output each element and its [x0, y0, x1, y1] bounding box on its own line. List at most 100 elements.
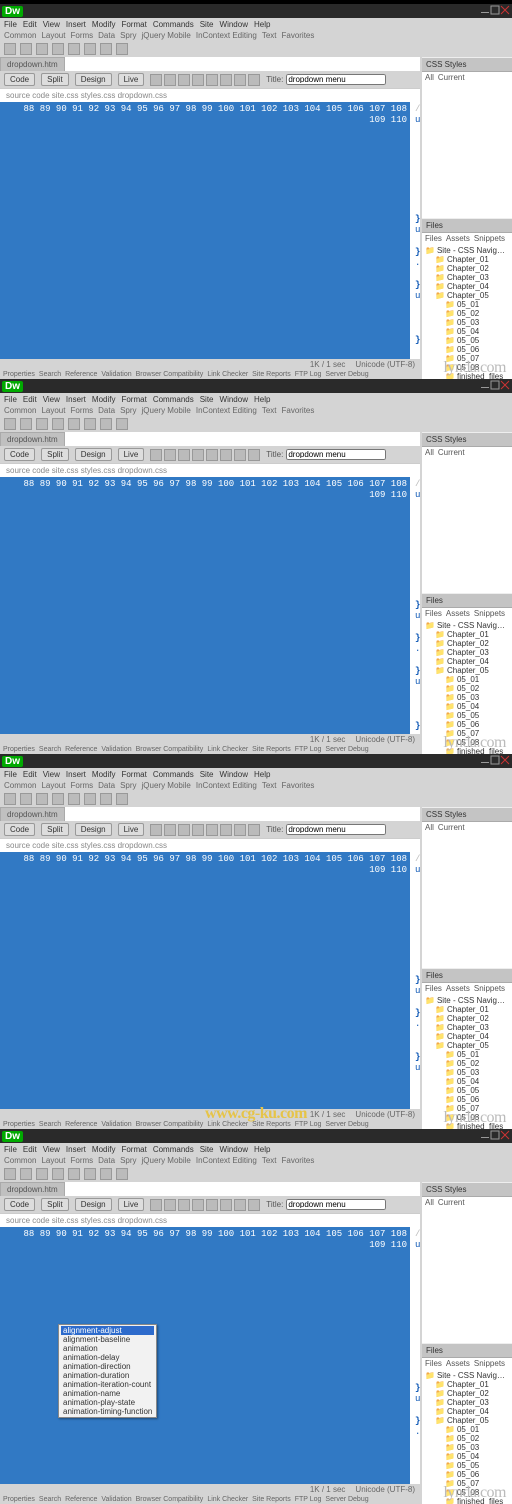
tool-icon[interactable] [150, 74, 162, 86]
results-tabs[interactable]: Properties Search Reference Validation B… [0, 370, 420, 379]
menu-item[interactable]: Insert [66, 770, 86, 779]
toolbar-icon[interactable] [116, 1168, 128, 1180]
tree-folder[interactable]: Chapter_05 [425, 666, 509, 675]
results-tab[interactable]: Search [39, 371, 61, 378]
ribbon-tab[interactable]: Forms [70, 406, 93, 415]
menu-item[interactable]: View [43, 20, 60, 29]
ribbon-tab[interactable]: Layout [41, 781, 65, 790]
menu-item[interactable]: File [4, 20, 17, 29]
tree-subfolder[interactable]: 05_06 [425, 345, 509, 354]
results-tab[interactable]: Search [39, 746, 61, 753]
view-split-button[interactable]: Split [41, 73, 69, 86]
toolbar-icon[interactable] [36, 418, 48, 430]
panel-tab[interactable]: Assets [446, 234, 470, 243]
results-tab[interactable]: Server Debug [325, 1496, 368, 1503]
tree-folder[interactable]: Chapter_01 [425, 630, 509, 639]
menu-item[interactable]: File [4, 1145, 17, 1154]
code-editor[interactable]: 88 89 90 91 92 93 94 95 96 97 98 99 100 … [0, 477, 420, 734]
panel-tab[interactable]: All [425, 73, 434, 82]
tree-folder[interactable]: Chapter_04 [425, 1032, 509, 1041]
results-tab[interactable]: FTP Log [295, 746, 322, 753]
tree-subfolder[interactable]: 05_02 [425, 1059, 509, 1068]
menu-item[interactable]: Format [121, 770, 146, 779]
menu-item[interactable]: Edit [23, 770, 37, 779]
results-tabs[interactable]: Properties Search Reference Validation B… [0, 745, 420, 754]
view-live-button[interactable]: Live [118, 1198, 145, 1211]
tool-icon[interactable] [150, 449, 162, 461]
tree-subfolder[interactable]: 05_06 [425, 1095, 509, 1104]
toolbar-icon[interactable] [68, 43, 80, 55]
tool-icon[interactable] [248, 1199, 260, 1211]
tree-folder[interactable]: Chapter_01 [425, 255, 509, 264]
ribbon-tab[interactable]: Forms [70, 31, 93, 40]
toolbar-icon[interactable] [36, 793, 48, 805]
view-code-button[interactable]: Code [4, 1198, 35, 1211]
autocomplete-popup[interactable]: alignment-adjustalignment-baselineanimat… [58, 1324, 157, 1418]
tree-folder[interactable]: Chapter_01 [425, 1380, 509, 1389]
tree-folder[interactable]: Chapter_05 [425, 1041, 509, 1050]
ribbon-tab[interactable]: Favorites [281, 1156, 314, 1165]
results-tab[interactable]: Site Reports [252, 746, 291, 753]
css-panel-head[interactable]: CSS Styles [422, 57, 512, 72]
title-input[interactable] [286, 74, 386, 85]
menu-item[interactable]: Window [220, 1145, 248, 1154]
insert-toolbar[interactable] [0, 1166, 512, 1182]
code-body[interactable]: /*dropdown menu styles*/ul.submenu { flo… [410, 852, 420, 1109]
maximize-icon[interactable] [490, 5, 500, 17]
tool-icon[interactable] [234, 449, 246, 461]
menubar[interactable]: File Edit View Insert Modify Format Comm… [0, 18, 512, 30]
menu-item[interactable]: Modify [92, 395, 116, 404]
toolbar-icon[interactable] [100, 793, 112, 805]
files-panel-head[interactable]: Files [422, 1343, 512, 1358]
ribbon-tab[interactable]: Spry [120, 781, 136, 790]
tree-subfolder[interactable]: 05_02 [425, 309, 509, 318]
tree-subfolder[interactable]: 05_05 [425, 711, 509, 720]
tool-icon[interactable] [234, 1199, 246, 1211]
maximize-icon[interactable] [490, 1130, 500, 1142]
tool-icon[interactable] [164, 74, 176, 86]
menu-item[interactable]: Site [200, 770, 214, 779]
tool-icon[interactable] [150, 824, 162, 836]
autocomplete-item[interactable]: animation-timing-function [61, 1407, 154, 1416]
tool-icon[interactable] [178, 1199, 190, 1211]
tree-subfolder[interactable]: 05_02 [425, 684, 509, 693]
menu-item[interactable]: File [4, 395, 17, 404]
tree-folder[interactable]: Chapter_03 [425, 1398, 509, 1407]
panel-tab[interactable]: Current [438, 1198, 465, 1207]
results-tab[interactable]: Link Checker [207, 1496, 248, 1503]
code-body[interactable]: /*dropdown menu styles*/ul.submenu { flo… [410, 1227, 420, 1484]
tree-subfolder[interactable]: 05_02 [425, 1434, 509, 1443]
ribbon-tab[interactable]: Data [98, 31, 115, 40]
view-live-button[interactable]: Live [118, 823, 145, 836]
insert-toolbar[interactable] [0, 791, 512, 807]
tool-icon[interactable] [220, 449, 232, 461]
ribbon-tab[interactable]: Layout [41, 31, 65, 40]
insert-ribbon[interactable]: Common Layout Forms Data Spry jQuery Mob… [0, 1155, 512, 1166]
window-titlebar[interactable]: Dw [0, 1129, 512, 1143]
panel-tab[interactable]: Files [425, 609, 442, 618]
files-panel-head[interactable]: Files [422, 218, 512, 233]
tree-site-root[interactable]: Site - CSS Navig… [425, 621, 509, 630]
results-tab[interactable]: Properties [3, 746, 35, 753]
insert-ribbon[interactable]: Common Layout Forms Data Spry jQuery Mob… [0, 30, 512, 41]
menu-item[interactable]: Format [121, 395, 146, 404]
tool-icon[interactable] [220, 824, 232, 836]
code-editor[interactable]: 88 89 90 91 92 93 94 95 96 97 98 99 100 … [0, 102, 420, 359]
title-input[interactable] [286, 449, 386, 460]
toolbar-icon[interactable] [36, 1168, 48, 1180]
tree-subfolder[interactable]: 05_05 [425, 336, 509, 345]
ribbon-tab[interactable]: Data [98, 1156, 115, 1165]
toolbar-icon[interactable] [4, 1168, 16, 1180]
results-tab[interactable]: Server Debug [325, 746, 368, 753]
tree-subfolder[interactable]: 05_03 [425, 693, 509, 702]
ribbon-tab[interactable]: InContext Editing [196, 406, 257, 415]
ribbon-tab[interactable]: jQuery Mobile [142, 31, 191, 40]
tree-subfolder[interactable]: 05_04 [425, 1452, 509, 1461]
tool-icon[interactable] [234, 74, 246, 86]
results-tab[interactable]: Site Reports [252, 371, 291, 378]
tool-icon[interactable] [206, 824, 218, 836]
window-titlebar[interactable]: Dw [0, 754, 512, 768]
toolbar-icon[interactable] [68, 418, 80, 430]
results-tab[interactable]: Link Checker [207, 371, 248, 378]
menu-item[interactable]: Commands [153, 395, 194, 404]
